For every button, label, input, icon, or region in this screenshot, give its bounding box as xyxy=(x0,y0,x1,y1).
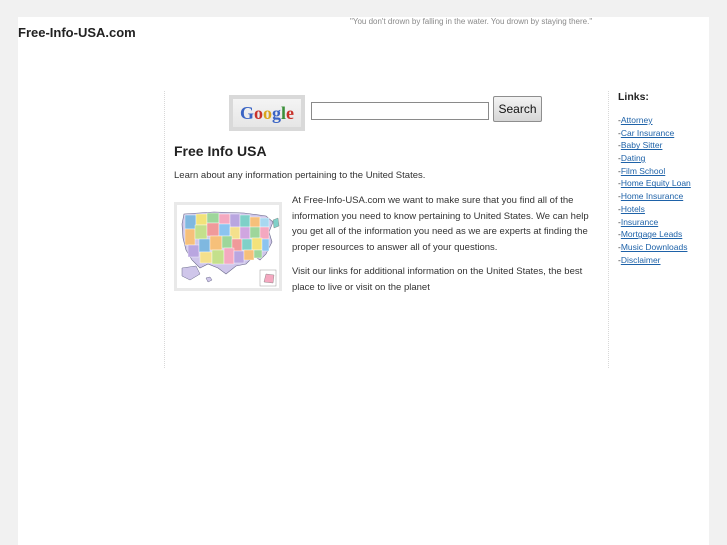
links-list-item: -Music Downloads xyxy=(618,241,691,254)
link-mortgage-leads[interactable]: Mortgage Leads xyxy=(621,229,682,239)
links-list-item: -Baby Sitter xyxy=(618,139,691,152)
page-heading: Free Info USA xyxy=(174,143,267,159)
logo-letter: g xyxy=(272,102,281,123)
links-list-item: -Mortgage Leads xyxy=(618,228,691,241)
logo-letter: e xyxy=(286,102,295,123)
links-list-item: -Car Insurance xyxy=(618,127,691,140)
links-list-item: -Hotels xyxy=(618,203,691,216)
link-home-insurance[interactable]: Home Insurance xyxy=(621,191,683,201)
links-paragraph: Visit our links for additional informati… xyxy=(292,266,583,293)
links-list: -Attorney -Car Insurance -Baby Sitter -D… xyxy=(618,114,691,266)
intro-text: Learn about any information pertaining t… xyxy=(174,170,426,181)
links-list-item: -Insurance xyxy=(618,216,691,229)
link-dating[interactable]: Dating xyxy=(621,153,646,163)
logo-letter: o xyxy=(254,102,263,123)
link-insurance[interactable]: Insurance xyxy=(621,217,658,227)
usa-map-image xyxy=(174,202,282,291)
link-attorney[interactable]: Attorney xyxy=(621,115,653,125)
google-logo[interactable]: Google xyxy=(229,95,305,131)
links-list-item: -Home Insurance xyxy=(618,190,691,203)
site-title[interactable]: Free-Info-USA.com xyxy=(18,25,136,40)
link-hotels[interactable]: Hotels xyxy=(621,204,645,214)
link-music-downloads[interactable]: Music Downloads xyxy=(621,242,688,252)
link-home-equity-loan[interactable]: Home Equity Loan xyxy=(621,178,691,188)
search-button[interactable]: Search xyxy=(493,96,542,122)
google-logo-text: Google xyxy=(233,99,301,127)
links-list-item: -Disclaimer xyxy=(618,254,691,267)
usa-map-graphic xyxy=(177,205,280,288)
links-list-item: -Film School xyxy=(618,165,691,178)
about-paragraph: At Free-Info-USA.com we want to make sur… xyxy=(292,195,589,253)
links-list-item: -Dating xyxy=(618,152,691,165)
search-input[interactable] xyxy=(311,102,489,120)
sidebar-divider xyxy=(608,91,609,368)
header-quote: "You don't drown by falling in the water… xyxy=(350,17,593,26)
logo-letter: o xyxy=(263,102,272,123)
link-car-insurance[interactable]: Car Insurance xyxy=(621,128,674,138)
links-list-item: -Attorney xyxy=(618,114,691,127)
links-heading: Links: xyxy=(618,91,649,103)
logo-letter: G xyxy=(239,102,254,123)
link-film-school[interactable]: Film School xyxy=(621,166,665,176)
link-disclaimer[interactable]: Disclaimer xyxy=(621,255,661,265)
link-baby-sitter[interactable]: Baby Sitter xyxy=(621,140,663,150)
links-list-item: -Home Equity Loan xyxy=(618,177,691,190)
search-bar: Google Search xyxy=(229,95,542,131)
